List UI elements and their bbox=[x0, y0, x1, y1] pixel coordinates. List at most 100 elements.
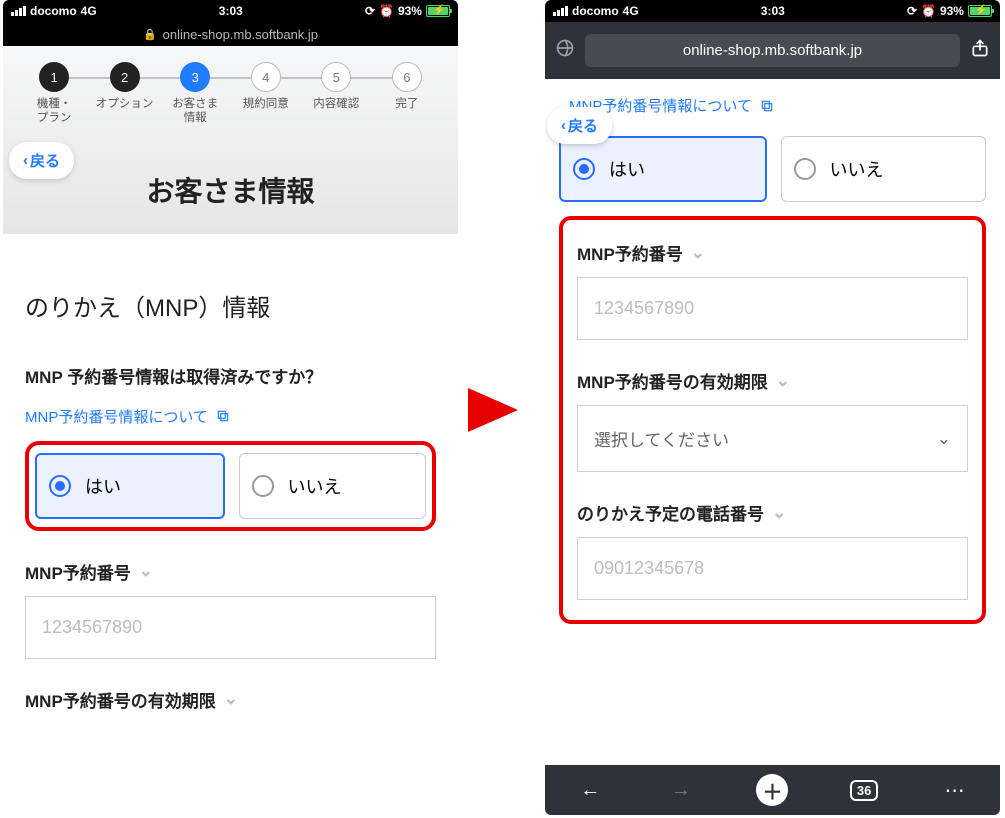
radio-group-highlight: はい いいえ bbox=[25, 441, 436, 531]
radio-dot-icon bbox=[794, 158, 816, 180]
radio-dot-icon bbox=[252, 475, 274, 497]
nav-forward-icon[interactable]: → bbox=[666, 775, 696, 805]
field-label-mnp-expiry: MNP予約番号の有効期限 ⌄ bbox=[577, 368, 968, 393]
url-text[interactable]: online-shop.mb.softbank.jp bbox=[585, 34, 960, 67]
orientation-lock-icon: ⟳ bbox=[365, 4, 375, 18]
section-heading: のりかえ（MNP）情報 bbox=[25, 288, 436, 323]
info-link[interactable]: MNP予約番号情報について bbox=[25, 406, 436, 427]
tabs-button[interactable]: 36 bbox=[849, 775, 879, 805]
status-bar: docomo 4G 3:03 ⟳ ⏰ 93% ⚡ bbox=[3, 0, 458, 22]
select-placeholder: 選択してください bbox=[594, 426, 729, 451]
wizard-step-circle: 4 bbox=[251, 62, 281, 92]
wizard-step-3: 3 お客さま 情報 bbox=[160, 62, 230, 126]
nav-back-icon[interactable]: ← bbox=[575, 775, 605, 805]
radio-yes[interactable]: はい bbox=[559, 136, 767, 202]
wizard-step-circle: 1 bbox=[39, 62, 69, 92]
chevron-down-icon: ⌄ bbox=[139, 561, 153, 581]
wizard-step-5: 5 内容確認 bbox=[301, 62, 371, 126]
form-highlight: MNP予約番号 ⌄ MNP予約番号の有効期限 ⌄ 選択してください ⌄ のりかえ… bbox=[559, 216, 986, 624]
chevron-down-icon: ⌄ bbox=[772, 503, 786, 523]
alarm-icon: ⏰ bbox=[921, 4, 936, 18]
site-settings-icon[interactable] bbox=[555, 38, 575, 63]
wizard-step-label: 完了 bbox=[372, 98, 442, 112]
field-label-mnp-number: MNP予約番号 ⌄ bbox=[25, 559, 436, 584]
share-icon[interactable] bbox=[970, 37, 990, 64]
phone-input[interactable] bbox=[577, 537, 968, 600]
radio-yes-label: はい bbox=[609, 156, 645, 182]
phone-left: docomo 4G 3:03 ⟳ ⏰ 93% ⚡ 🔒 online-shop.m… bbox=[3, 0, 458, 815]
chevron-down-icon: ⌄ bbox=[224, 689, 238, 709]
orientation-lock-icon: ⟳ bbox=[907, 4, 917, 18]
alarm-icon: ⏰ bbox=[379, 4, 394, 18]
chevron-down-icon: ⌄ bbox=[776, 371, 790, 391]
field-label-mnp-number: MNP予約番号 ⌄ bbox=[577, 240, 968, 265]
url-bar[interactable]: 🔒 online-shop.mb.softbank.jp bbox=[3, 22, 458, 46]
wizard-step-circle: 3 bbox=[180, 62, 210, 92]
signal-icon bbox=[11, 6, 26, 16]
wizard-step-circle: 2 bbox=[110, 62, 140, 92]
url-bar: online-shop.mb.softbank.jp bbox=[545, 22, 1000, 79]
wizard-step-4: 4 規約同意 bbox=[231, 62, 301, 126]
radio-no[interactable]: いいえ bbox=[781, 136, 987, 202]
wizard-step-6: 6 完了 bbox=[372, 62, 442, 126]
phone-right: docomo 4G 3:03 ⟳ ⏰ 93% ⚡ online-shop.mb.… bbox=[545, 0, 1000, 815]
radio-no[interactable]: いいえ bbox=[239, 453, 427, 519]
info-link-text: MNP予約番号情報について bbox=[25, 406, 208, 427]
wizard-header: 1 機種・ プラン 2 オプション 3 お客さま 情報 4 規約同意 5 内容確認 6 完了 ‹ 戻る… bbox=[3, 46, 458, 234]
carrier: docomo bbox=[30, 4, 77, 18]
radio-group: はい いいえ bbox=[559, 130, 986, 202]
wizard-step-circle: 6 bbox=[392, 62, 422, 92]
radio-dot-icon bbox=[49, 475, 71, 497]
wizard-step-label: 規約同意 bbox=[231, 98, 301, 112]
network: 4G bbox=[623, 4, 639, 18]
mnp-number-input[interactable] bbox=[25, 596, 436, 659]
info-link[interactable]: MNP予約番号情報について bbox=[569, 95, 986, 116]
clock: 3:03 bbox=[219, 4, 243, 18]
status-bar: docomo 4G 3:03 ⟳ ⏰ 93% ⚡ bbox=[545, 0, 1000, 22]
chevron-down-icon: ⌄ bbox=[937, 429, 951, 449]
clock: 3:03 bbox=[761, 4, 785, 18]
battery-percent: 93% bbox=[940, 4, 964, 18]
field-label-mnp-expiry: MNP予約番号の有効期限 ⌄ bbox=[25, 687, 436, 712]
chevron-left-icon: ‹ bbox=[23, 152, 28, 169]
radio-no-label: いいえ bbox=[830, 156, 884, 182]
chevron-down-icon: ⌄ bbox=[691, 243, 705, 263]
wizard-step-circle: 5 bbox=[321, 62, 351, 92]
wizard-step-label: 機種・ プラン bbox=[19, 98, 89, 126]
radio-yes[interactable]: はい bbox=[35, 453, 225, 519]
carrier: docomo bbox=[572, 4, 619, 18]
arrow-icon bbox=[463, 380, 523, 445]
form-body: MNP予約番号情報について ‹ 戻る はい いいえ MNP予約番号 ⌄ bbox=[545, 79, 1000, 624]
battery-percent: 93% bbox=[398, 4, 422, 18]
form-card: のりかえ（MNP）情報 MNP 予約番号情報は取得済みですか？ MNP予約番号情… bbox=[3, 250, 458, 734]
external-link-icon bbox=[760, 99, 774, 113]
wizard-step-label: オプション bbox=[90, 98, 160, 112]
field-label-phone: のりかえ予定の電話番号 ⌄ bbox=[577, 500, 968, 525]
chevron-left-icon: ‹ bbox=[561, 117, 566, 134]
radio-yes-label: はい bbox=[85, 473, 121, 499]
mnp-number-input[interactable] bbox=[577, 277, 968, 340]
wizard-step-2: 2 オプション bbox=[90, 62, 160, 126]
wizard-step-label: 内容確認 bbox=[301, 98, 371, 112]
radio-no-label: いいえ bbox=[288, 473, 342, 499]
signal-icon bbox=[553, 6, 568, 16]
wizard-step-label: お客さま 情報 bbox=[160, 98, 230, 126]
browser-bottom-bar: ← → ＋ 36 ⋯ bbox=[545, 765, 1000, 815]
back-button[interactable]: ‹ 戻る bbox=[9, 142, 74, 179]
back-button[interactable]: ‹ 戻る bbox=[547, 107, 612, 144]
network: 4G bbox=[81, 4, 97, 18]
back-label: 戻る bbox=[568, 115, 598, 136]
back-label: 戻る bbox=[30, 150, 60, 171]
page-title: お客さま情報 bbox=[13, 170, 448, 210]
url-text: online-shop.mb.softbank.jp bbox=[163, 27, 318, 42]
new-tab-icon[interactable]: ＋ bbox=[756, 774, 788, 806]
wizard-step-1: 1 機種・ プラン bbox=[19, 62, 89, 126]
battery-icon: ⚡ bbox=[426, 5, 450, 17]
lock-icon: 🔒 bbox=[143, 28, 157, 41]
battery-icon: ⚡ bbox=[968, 5, 992, 17]
mnp-expiry-select[interactable]: 選択してください ⌄ bbox=[577, 405, 968, 472]
question-label: MNP 予約番号情報は取得済みですか？ bbox=[25, 363, 436, 388]
menu-icon[interactable]: ⋯ bbox=[940, 775, 970, 805]
radio-dot-icon bbox=[573, 158, 595, 180]
wizard-steps: 1 機種・ プラン 2 オプション 3 お客さま 情報 4 規約同意 5 内容確認 6 完了 bbox=[13, 62, 448, 136]
